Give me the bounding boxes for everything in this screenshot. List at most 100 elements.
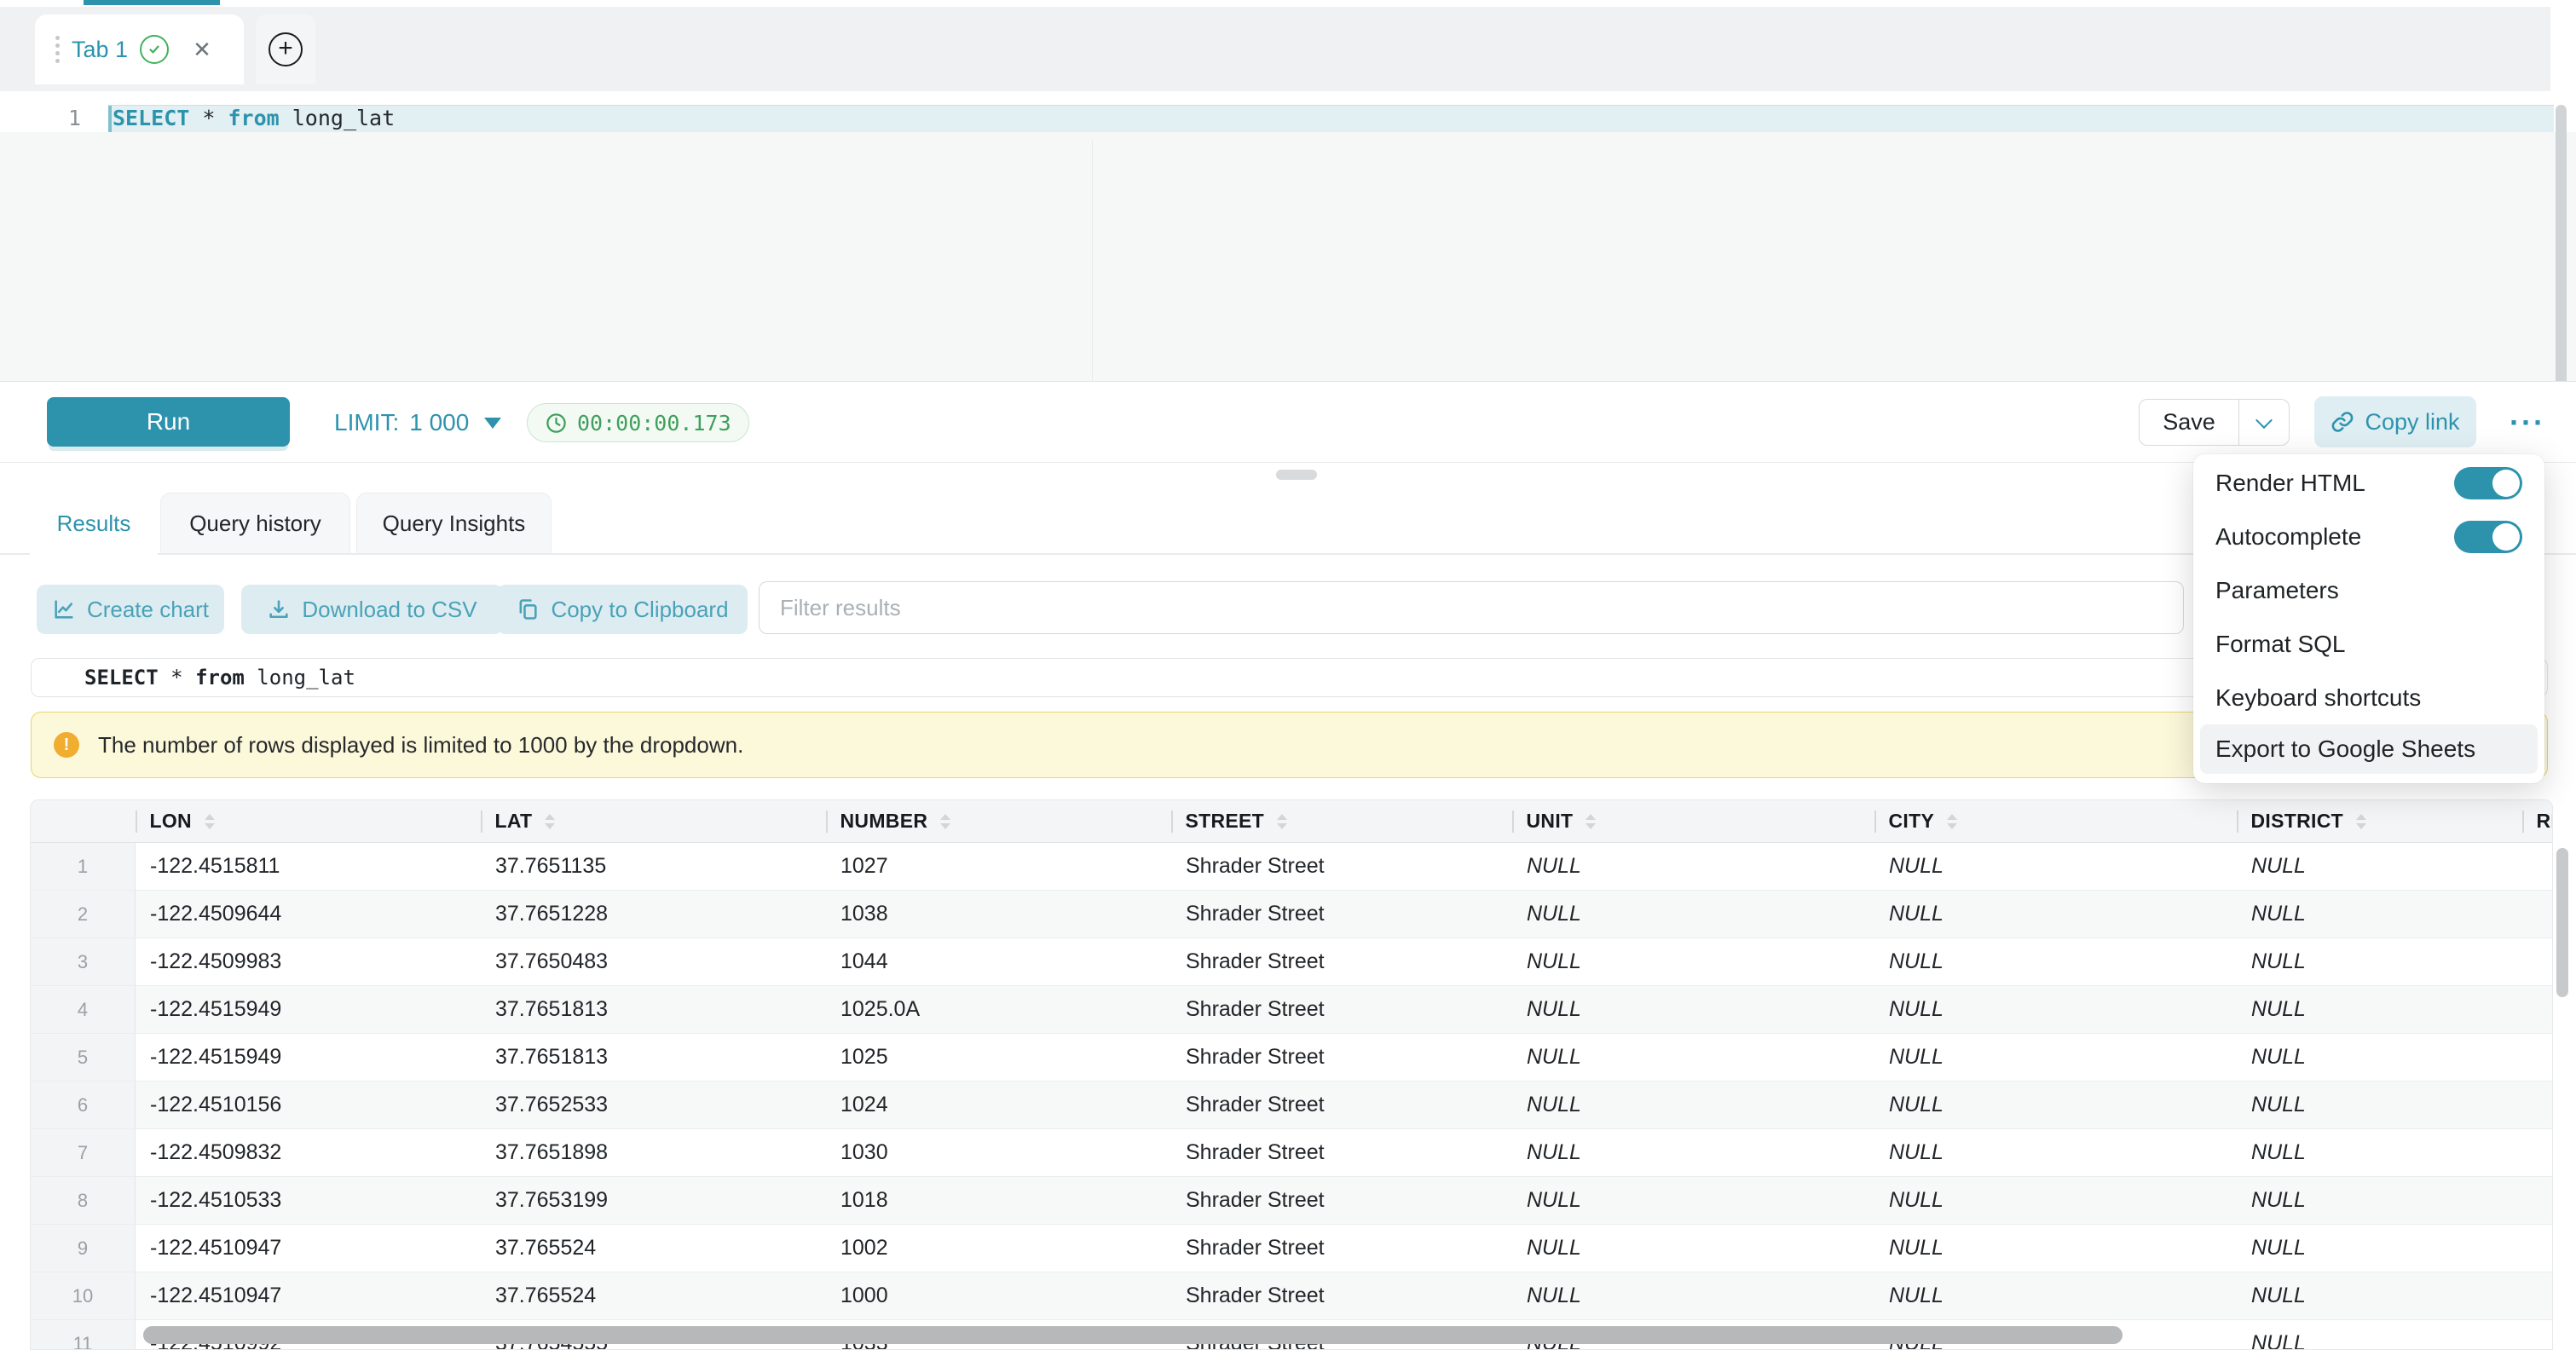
table-cell: 1025.0A	[826, 986, 1171, 1033]
menu-item-render-html[interactable]: Render HTML	[2193, 456, 2544, 510]
row-number: 1	[31, 843, 136, 890]
table-cell: 37.7652533	[481, 1082, 826, 1128]
clock-icon	[545, 412, 568, 435]
row-number: 6	[31, 1082, 136, 1128]
table-cell: NULL	[2237, 1034, 2522, 1081]
table-cell: NULL	[1512, 1177, 1874, 1224]
sort-icon	[1585, 814, 1596, 829]
table-cell: NULL	[1512, 1034, 1874, 1081]
sort-icon	[2356, 814, 2366, 829]
results-table: LON LATNUMBERSTREETUNIT CITY DISTRICT RE 1 -1…	[30, 799, 2553, 1350]
tabs-divider	[0, 553, 2576, 555]
menu-item-export-google-sheets[interactable]: Export to Google Sheets	[2200, 724, 2538, 774]
table-cell: NULL	[2237, 1082, 2522, 1128]
save-button[interactable]: Save	[2140, 400, 2239, 445]
create-chart-button[interactable]: Create chart	[37, 585, 224, 634]
table-cell: Shrader Street	[1171, 1177, 1512, 1224]
table-cell: NULL	[1874, 986, 2237, 1033]
table-cell: 37.7651135	[481, 843, 826, 890]
add-tab-button[interactable]: +	[256, 14, 315, 84]
column-header-district[interactable]: DISTRICT	[2237, 800, 2522, 842]
copy-to-clipboard-label: Copy to Clipboard	[551, 597, 728, 623]
table-cell: NULL	[1874, 1034, 2237, 1081]
table-cell: NULL	[1512, 843, 1874, 890]
column-header-label: RE	[2537, 810, 2554, 833]
sort-icon	[1277, 814, 1287, 829]
table-cell: NULL	[1512, 1082, 1874, 1128]
sql-editor[interactable]: 1 SELECT * from long_lat	[0, 91, 2576, 381]
editor-background	[0, 132, 2576, 381]
menu-item-keyboard-shortcuts[interactable]: Keyboard shortcuts	[2193, 671, 2544, 724]
row-number-header	[31, 800, 136, 842]
menu-item-label: Render HTML	[2215, 470, 2365, 497]
column-header-label: CITY	[1889, 810, 1935, 833]
table-body: 1-122.451581137.76511351027Shrader Stree…	[31, 843, 2552, 1350]
table-cell	[2522, 938, 2553, 985]
table-cell: Shrader Street	[1171, 1129, 1512, 1176]
column-header-lon[interactable]: LON	[136, 800, 481, 842]
table-row: 3-122.450998337.76504831044Shrader Stree…	[31, 938, 2552, 986]
column-header-re[interactable]: RE	[2522, 800, 2553, 842]
menu-item-label: Parameters	[2215, 577, 2339, 604]
copy-link-button[interactable]: Copy link	[2314, 396, 2476, 447]
column-header-number[interactable]: NUMBER	[826, 800, 1171, 842]
column-header-city[interactable]: CITY	[1874, 800, 2237, 842]
close-tab-icon[interactable]: ✕	[193, 37, 211, 63]
table-row: 2-122.450964437.76512281038Shrader Stree…	[31, 891, 2552, 938]
copy-to-clipboard-button[interactable]: Copy to Clipboard	[497, 585, 748, 634]
chart-icon	[52, 597, 76, 621]
table-cell: NULL	[2237, 986, 2522, 1033]
query-tab[interactable]: Tab 1 ✕	[35, 14, 244, 84]
column-header-street[interactable]: STREET	[1171, 800, 1512, 842]
filter-results-input[interactable]	[759, 581, 2184, 634]
table-cell: -122.4515949	[136, 1034, 481, 1081]
autocomplete-toggle[interactable]	[2454, 521, 2522, 553]
sql-editor-app: Tab 1 ✕ + 1 SELECT * from long_lat Run L…	[0, 0, 2576, 1350]
table-cell: NULL	[1512, 986, 1874, 1033]
query-echo-bar: SELECT * from long_lat	[31, 658, 2548, 697]
table-cell: NULL	[2237, 1320, 2522, 1350]
warning-icon: !	[54, 732, 79, 758]
table-row: 1-122.451581137.76511351027Shrader Stree…	[31, 843, 2552, 891]
table-cell: 1018	[826, 1177, 1171, 1224]
download-csv-button[interactable]: Download to CSV	[241, 585, 503, 634]
table-cell: Shrader Street	[1171, 843, 1512, 890]
tab-query-insights[interactable]: Query Insights	[356, 493, 552, 553]
limit-dropdown[interactable]: LIMIT: 1 000	[334, 382, 501, 464]
table-row: 8-122.451053337.76531991018Shrader Stree…	[31, 1177, 2552, 1225]
menu-item-format-sql[interactable]: Format SQL	[2193, 617, 2544, 671]
tab-results[interactable]: Results	[30, 491, 158, 556]
table-cell: 37.765524	[481, 1272, 826, 1319]
column-header-label: LON	[150, 810, 192, 833]
row-number: 2	[31, 891, 136, 938]
drag-handle-icon[interactable]	[55, 36, 60, 40]
table-cell: Shrader Street	[1171, 891, 1512, 938]
table-cell: Shrader Street	[1171, 938, 1512, 985]
column-header-lat[interactable]: LAT	[481, 800, 826, 842]
editor-tab-strip	[0, 7, 2550, 91]
run-button[interactable]: Run	[47, 397, 290, 447]
save-options-button[interactable]	[2239, 400, 2289, 445]
table-cell: 1027	[826, 843, 1171, 890]
menu-item-parameters[interactable]: Parameters	[2193, 563, 2544, 617]
sort-icon	[205, 814, 215, 829]
table-cell: Shrader Street	[1171, 1082, 1512, 1128]
table-cell	[2522, 843, 2553, 890]
sort-icon	[940, 814, 950, 829]
column-header-unit[interactable]: UNIT	[1512, 800, 1874, 842]
table-cell	[2522, 1034, 2553, 1081]
more-options-menu: Render HTML Autocomplete Parameters Form…	[2193, 454, 2544, 783]
table-cell: NULL	[1874, 1082, 2237, 1128]
limit-value: 1 000	[409, 409, 469, 436]
table-cell: NULL	[1874, 1272, 2237, 1319]
render-html-toggle[interactable]	[2454, 467, 2522, 499]
row-number: 11	[31, 1320, 136, 1350]
tab-query-history[interactable]: Query history	[160, 493, 350, 553]
more-options-button[interactable]: ···	[2502, 382, 2553, 464]
table-vertical-scrollbar[interactable]	[2556, 848, 2568, 997]
table-horizontal-scrollbar[interactable]	[143, 1326, 2123, 1344]
table-cell: 1000	[826, 1272, 1171, 1319]
pane-resize-handle[interactable]	[1276, 470, 1317, 480]
table-cell: 1030	[826, 1129, 1171, 1176]
menu-item-autocomplete[interactable]: Autocomplete	[2193, 510, 2544, 563]
